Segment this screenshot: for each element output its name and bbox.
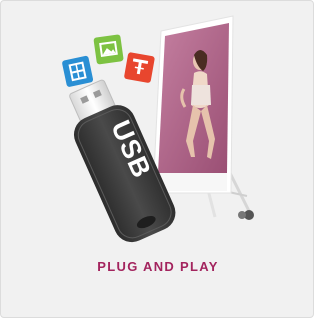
text-icon: [124, 52, 155, 83]
display-panel: [152, 15, 234, 194]
image-icon: [93, 34, 124, 65]
feature-card: USB PLUG AND PLAY: [0, 0, 314, 318]
feature-caption: PLUG AND PLAY: [97, 259, 219, 274]
film-icon: [62, 55, 94, 87]
